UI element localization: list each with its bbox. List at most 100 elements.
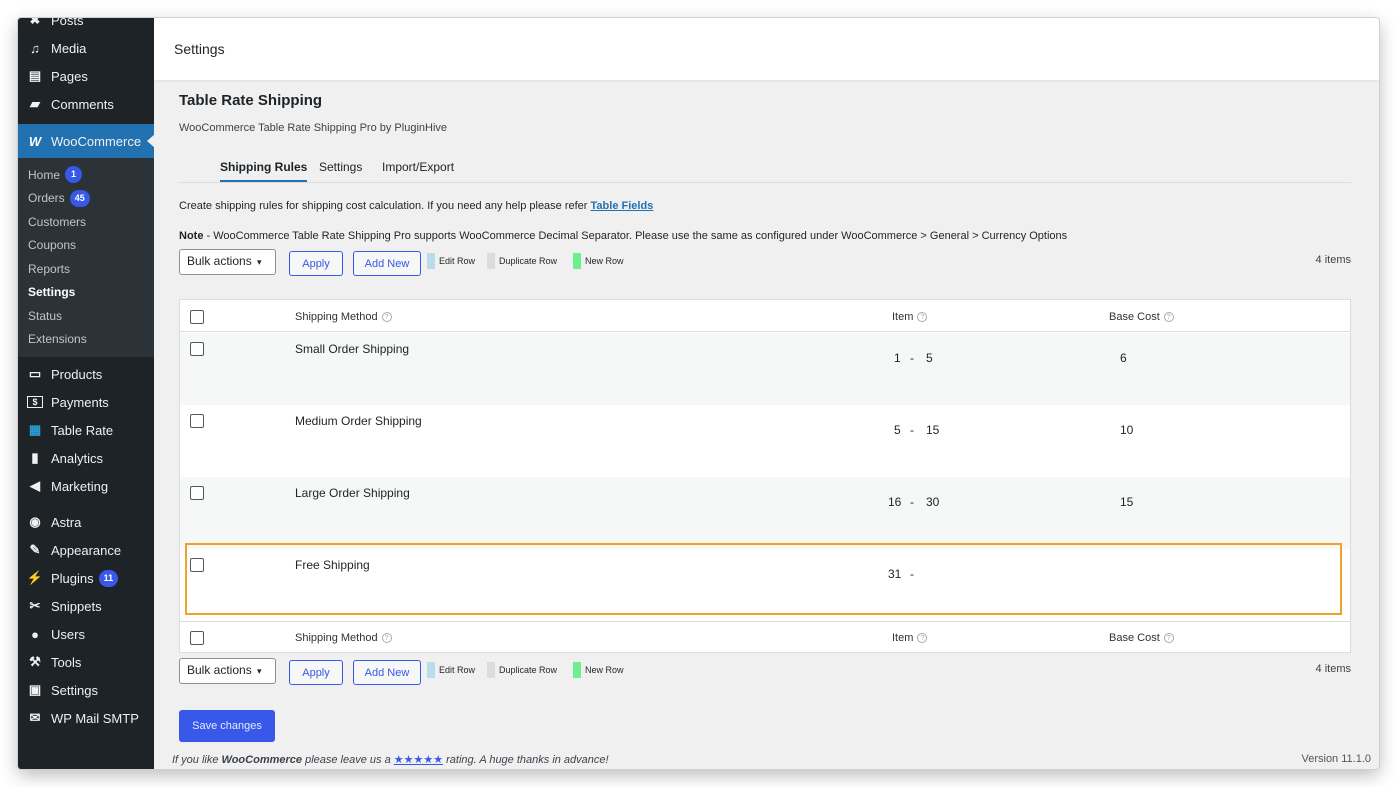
item-max-cell: 15 xyxy=(926,423,940,437)
tab-shipping-rules[interactable]: Shipping Rules xyxy=(220,160,308,182)
range-separator: - xyxy=(910,351,914,365)
range-separator: - xyxy=(910,567,914,581)
bulk-actions-select[interactable]: Bulk actions ▾ xyxy=(179,249,276,275)
menu-label: Payments xyxy=(51,394,109,410)
menu-item-media[interactable]: ♫ Media xyxy=(18,34,154,62)
submenu-settings[interactable]: Settings xyxy=(18,281,154,305)
table-header-row: Shipping Method? Item? Base Cost? xyxy=(180,300,1350,332)
row-checkbox[interactable] xyxy=(190,486,204,500)
menu-label: Pages xyxy=(51,68,88,84)
menu-item-pages[interactable]: ▤ Pages xyxy=(18,62,154,90)
item-min-cell: 5 xyxy=(894,423,901,437)
menu-item-astra[interactable]: ◉ Astra xyxy=(18,508,154,536)
submenu-home[interactable]: Home 1 xyxy=(18,163,154,187)
column-footer-shipping-method: Shipping Method? xyxy=(295,632,392,644)
new-row-swatch xyxy=(573,253,581,269)
edit-row-swatch xyxy=(427,253,435,269)
column-header-shipping-method: Shipping Method? xyxy=(295,311,392,323)
menu-label: Snippets xyxy=(51,598,102,614)
column-label: Shipping Method xyxy=(295,632,378,644)
mail-icon: ✉ xyxy=(29,710,41,725)
rating-stars-link[interactable]: ★★★★★ xyxy=(394,754,443,766)
items-count: 4 items xyxy=(1315,254,1351,266)
menu-label: Products xyxy=(51,366,103,382)
table-fields-link[interactable]: Table Fields xyxy=(591,200,654,212)
notification-badge: 1 xyxy=(65,166,83,184)
table-toolbar-top: Bulk actions ▾ Apply Add New Edit Row Du… xyxy=(179,249,1351,276)
menu-item-analytics[interactable]: ▮ Analytics xyxy=(18,444,154,472)
column-header-base-cost: Base Cost? xyxy=(1109,311,1174,323)
help-icon: ? xyxy=(917,633,928,644)
save-changes-button[interactable]: Save changes xyxy=(179,710,275,742)
menu-item-products[interactable]: ▭ Products xyxy=(18,360,154,388)
admin-sidebar: ✖ Posts ♫ Media ▤ Pages ▰ Comments W Woo… xyxy=(18,18,155,769)
table-row[interactable]: Free Shipping 31 - xyxy=(180,549,1350,621)
menu-label: WP Mail SMTP xyxy=(51,710,139,726)
column-header-item: Item? xyxy=(892,311,928,323)
row-checkbox[interactable] xyxy=(190,342,204,356)
new-row-legend: New Row xyxy=(585,665,624,675)
item-max-cell: 30 xyxy=(926,495,940,509)
submenu-extensions[interactable]: Extensions xyxy=(18,328,154,352)
range-separator: - xyxy=(910,423,914,437)
menu-label: Appearance xyxy=(51,542,122,558)
submenu-reports[interactable]: Reports xyxy=(18,257,154,281)
items-count: 4 items xyxy=(1315,663,1351,675)
tools-icon: ⚒ xyxy=(29,654,41,669)
bulk-actions-label: Bulk actions xyxy=(187,254,252,268)
submenu-orders[interactable]: Orders 45 xyxy=(18,187,154,211)
bulk-actions-select[interactable]: Bulk actions ▾ xyxy=(179,658,276,684)
menu-item-table-rate[interactable]: ▦ Table Rate xyxy=(18,416,154,444)
duplicate-row-legend: Duplicate Row xyxy=(499,256,558,266)
main-content: Table Rate Shipping WooCommerce Table Ra… xyxy=(179,80,1351,760)
analytics-icon: ▮ xyxy=(31,450,39,465)
menu-item-users[interactable]: ● Users xyxy=(18,620,154,648)
edit-row-legend: Edit Row xyxy=(439,256,476,266)
column-label: Base Cost xyxy=(1109,632,1160,644)
submenu-coupons[interactable]: Coupons xyxy=(18,234,154,258)
menu-item-posts[interactable]: ✖ Posts xyxy=(18,18,154,34)
select-all-checkbox[interactable] xyxy=(190,310,204,324)
note-text: Note - WooCommerce Table Rate Shipping P… xyxy=(179,230,1067,242)
submenu-customers[interactable]: Customers xyxy=(18,210,154,234)
apply-button[interactable]: Apply xyxy=(289,660,343,685)
edit-row-legend: Edit Row xyxy=(439,665,476,675)
table-row[interactable]: Small Order Shipping 1 - 5 6 xyxy=(180,333,1350,405)
select-all-checkbox[interactable] xyxy=(190,631,204,645)
astra-icon: ◉ xyxy=(29,514,41,529)
add-new-button[interactable]: Add New xyxy=(353,251,421,276)
menu-item-snippets[interactable]: ✂ Snippets xyxy=(18,592,154,620)
row-checkbox[interactable] xyxy=(190,414,204,428)
menu-item-wp-mail-smtp[interactable]: ✉ WP Mail SMTP xyxy=(18,704,154,732)
notification-badge: 45 xyxy=(69,189,90,207)
menu-item-comments[interactable]: ▰ Comments xyxy=(18,90,154,118)
column-label: Shipping Method xyxy=(295,311,378,323)
tab-import-export[interactable]: Import/Export xyxy=(382,160,454,180)
item-min-cell: 16 xyxy=(888,495,902,509)
note-body: - WooCommerce Table Rate Shipping Pro su… xyxy=(203,230,1068,242)
chevron-down-icon: ▾ xyxy=(257,666,262,676)
table-row[interactable]: Large Order Shipping 16 - 30 15 xyxy=(180,477,1350,549)
menu-item-plugins[interactable]: ⚡ Plugins 11 xyxy=(18,564,154,592)
help-icon: ? xyxy=(1163,312,1174,323)
menu-item-appearance[interactable]: ✎ Appearance xyxy=(18,536,154,564)
submenu-status[interactable]: Status xyxy=(18,304,154,328)
menu-item-tools[interactable]: ⚒ Tools xyxy=(18,648,154,676)
browser-window: ✖ Posts ♫ Media ▤ Pages ▰ Comments W Woo… xyxy=(18,18,1379,769)
settings-icon: ▣ xyxy=(28,682,42,697)
add-new-button[interactable]: Add New xyxy=(353,660,421,685)
menu-item-payments[interactable]: $ Payments xyxy=(18,388,154,416)
pushpin-icon: ✖ xyxy=(29,18,41,27)
shipping-rules-table: Shipping Method? Item? Base Cost? Small … xyxy=(179,299,1351,653)
snippets-icon: ✂ xyxy=(29,598,41,613)
duplicate-row-legend: Duplicate Row xyxy=(499,665,558,675)
apply-button[interactable]: Apply xyxy=(289,251,343,276)
menu-item-settings[interactable]: ▣ Settings xyxy=(18,676,154,704)
table-row[interactable]: Medium Order Shipping 5 - 15 10 xyxy=(180,405,1350,477)
footer-middle: please leave us a xyxy=(302,754,394,766)
menu-item-marketing[interactable]: ◀ Marketing xyxy=(18,472,154,500)
menu-item-woocommerce[interactable]: W WooCommerce xyxy=(18,124,155,158)
tab-settings[interactable]: Settings xyxy=(319,160,362,180)
row-checkbox[interactable] xyxy=(190,558,204,572)
users-icon: ● xyxy=(31,626,39,642)
